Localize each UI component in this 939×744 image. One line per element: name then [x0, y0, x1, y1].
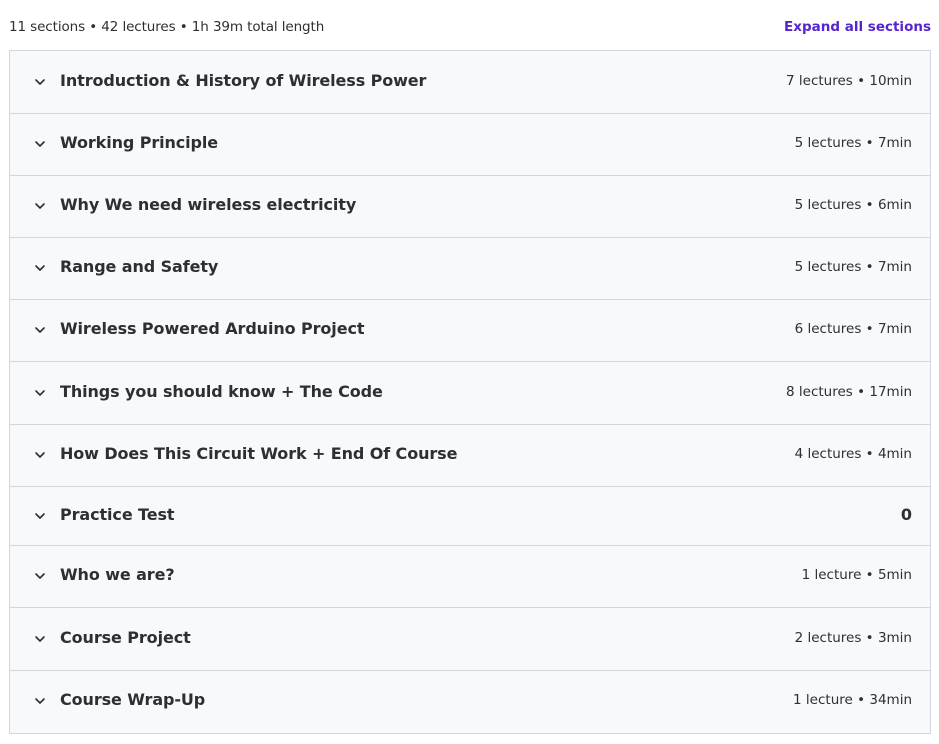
section-meta: 5 lectures • 7min	[794, 135, 912, 151]
section-title: Range and Safety	[60, 257, 219, 276]
section-row[interactable]: Working Principle 5 lectures • 7min	[10, 114, 930, 176]
section-title: Practice Test	[60, 504, 175, 524]
section-title: Things you should know + The Code	[60, 381, 383, 401]
section-meta: 2 lectures • 3min	[794, 629, 912, 646]
section-title: Working Principle	[60, 133, 219, 152]
section-title: Introduction & History of Wireless Power	[60, 70, 427, 90]
curriculum-header: 11 sections • 42 lectures • 1h 39m total…	[9, 17, 931, 39]
chevron-down-icon[interactable]	[34, 387, 46, 399]
section-title: How Does This Circuit Work + End Of Cour…	[60, 444, 458, 463]
section-meta: 4 lectures • 4min	[794, 446, 912, 462]
chevron-down-icon[interactable]	[34, 510, 46, 522]
chevron-down-icon[interactable]	[34, 76, 46, 88]
chevron-down-icon[interactable]	[34, 449, 46, 461]
section-meta: 6 lectures • 7min	[794, 321, 912, 337]
chevron-down-icon[interactable]	[34, 324, 46, 336]
section-row[interactable]: How Does This Circuit Work + End Of Cour…	[10, 425, 930, 487]
section-meta: 1 lecture • 5min	[801, 567, 912, 583]
section-row[interactable]: Range and Safety 5 lectures • 7min	[10, 238, 930, 300]
section-row[interactable]: Course Project 2 lectures • 3min	[10, 608, 930, 671]
section-title: Course Wrap-Up	[60, 690, 206, 709]
chevron-down-icon[interactable]	[34, 695, 46, 707]
section-title: Why We need wireless electricity	[60, 195, 357, 214]
chevron-down-icon[interactable]	[34, 570, 46, 582]
section-meta: 5 lectures • 6min	[794, 197, 912, 213]
section-row[interactable]: Who we are? 1 lecture • 5min	[10, 546, 930, 608]
section-title: Wireless Powered Arduino Project	[60, 319, 365, 338]
section-row[interactable]: Why We need wireless electricity 5 lectur…	[10, 176, 930, 238]
section-row[interactable]: Practice Test 0	[10, 487, 930, 546]
expand-all-sections-link[interactable]: Expand all sections	[784, 19, 931, 35]
section-title: Who we are?	[60, 565, 175, 584]
section-meta: 8 lectures • 17min	[786, 383, 912, 400]
chevron-down-icon[interactable]	[34, 200, 46, 212]
section-title: Course Project	[60, 627, 191, 647]
section-row[interactable]: Introduction & History of Wireless Power…	[10, 51, 930, 114]
curriculum-section-list: Introduction & History of Wireless Power…	[9, 50, 931, 734]
section-meta: 7 lectures • 10min	[786, 72, 912, 89]
chevron-down-icon[interactable]	[34, 262, 46, 274]
section-meta: 1 lecture • 34min	[793, 692, 912, 708]
section-row[interactable]: Wireless Powered Arduino Project 6 lectur…	[10, 300, 930, 362]
section-meta: 0	[900, 504, 912, 524]
chevron-down-icon[interactable]	[34, 633, 46, 645]
section-row[interactable]: Things you should know + The Code 8 lectu…	[10, 362, 930, 425]
chevron-down-icon[interactable]	[34, 138, 46, 150]
section-row[interactable]: Course Wrap-Up 1 lecture • 34min	[10, 671, 930, 733]
curriculum-summary: 11 sections • 42 lectures • 1h 39m total…	[9, 19, 325, 35]
section-meta: 5 lectures • 7min	[794, 259, 912, 275]
